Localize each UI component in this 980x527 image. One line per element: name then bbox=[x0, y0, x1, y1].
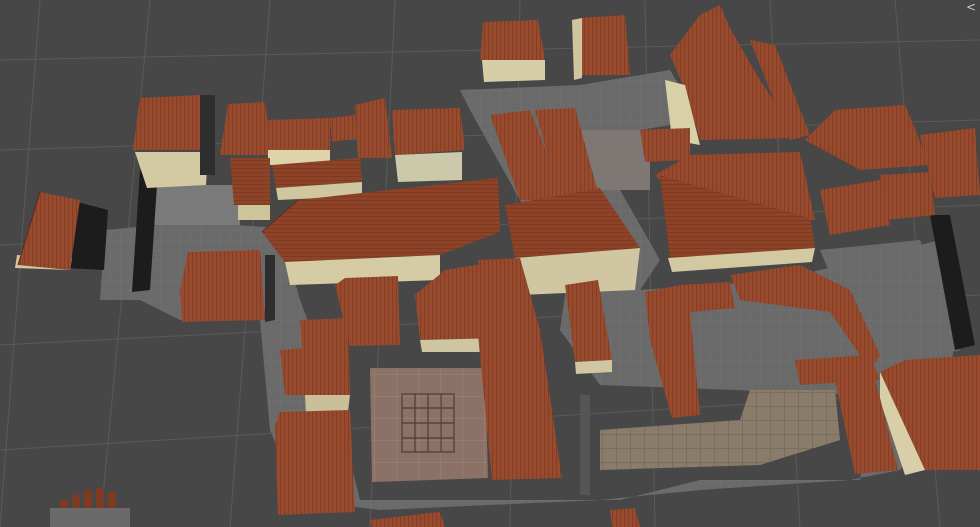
rubble-bottom-left bbox=[50, 488, 130, 527]
gizmo-toggle-icon[interactable]: < bbox=[964, 0, 978, 14]
stone-street bbox=[580, 390, 840, 495]
house-top-left bbox=[133, 95, 215, 188]
house-bottom-edge bbox=[370, 508, 640, 527]
scene-viewport[interactable]: < bbox=[0, 0, 980, 527]
courtyard-building-right bbox=[640, 128, 815, 272]
house-mid-left bbox=[180, 250, 275, 322]
central-plaza bbox=[370, 368, 488, 482]
house-bottom-left bbox=[275, 410, 355, 515]
scene-canvas[interactable] bbox=[0, 0, 980, 527]
tall-tower-right bbox=[665, 5, 810, 145]
house-far-right-upper bbox=[805, 105, 980, 235]
